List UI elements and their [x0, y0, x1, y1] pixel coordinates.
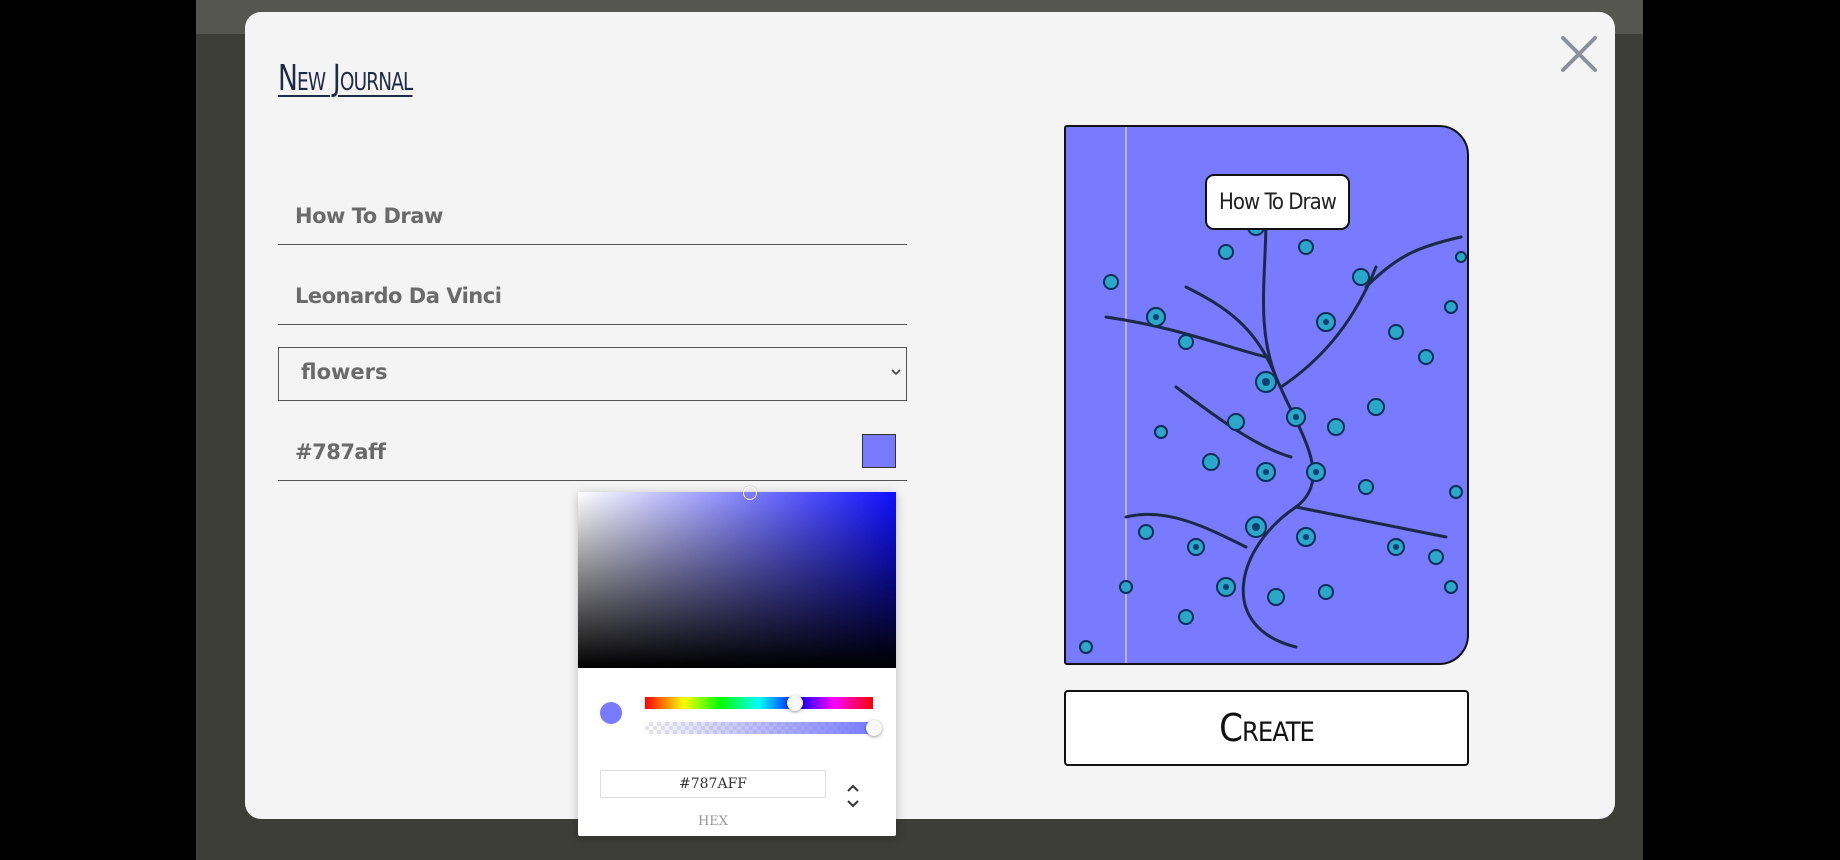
color-preview-dot [600, 702, 622, 724]
hue-slider[interactable] [645, 697, 873, 709]
hex-mode-label: HEX [697, 814, 729, 829]
chevron-down-icon [891, 369, 901, 376]
create-button[interactable]: Create [1064, 690, 1469, 766]
journal-title-field[interactable]: How To Draw [278, 164, 907, 245]
app-background: New Journal How To Draw Leonardo Da Vinc… [196, 0, 1643, 860]
alpha-slider[interactable] [645, 722, 873, 734]
color-value: #787aff [295, 440, 386, 464]
modal-title: New Journal [278, 58, 413, 99]
theme-select[interactable]: flowers [278, 347, 907, 401]
cover-title-label: How To Draw [1205, 174, 1350, 230]
hue-slider-handle[interactable] [787, 695, 803, 711]
color-picker: HEX [578, 486, 896, 836]
close-icon [1561, 36, 1597, 72]
color-mode-toggle[interactable] [843, 782, 863, 812]
close-button[interactable] [1557, 32, 1601, 76]
journal-cover-preview: How To Draw [1064, 125, 1469, 665]
color-field[interactable]: #787aff [278, 400, 907, 481]
author-value: Leonardo Da Vinci [295, 284, 502, 308]
saturation-value-area[interactable] [578, 486, 896, 668]
saturation-handle[interactable] [743, 486, 757, 500]
journal-title-value: How To Draw [295, 204, 443, 228]
hex-input[interactable] [600, 770, 826, 798]
author-field[interactable]: Leonardo Da Vinci [278, 244, 907, 325]
alpha-slider-handle[interactable] [866, 720, 882, 736]
theme-selected-value: flowers [301, 360, 388, 384]
color-swatch[interactable] [862, 434, 896, 468]
new-journal-modal: New Journal How To Draw Leonardo Da Vinc… [245, 12, 1615, 836]
up-down-chevron-icon [847, 784, 859, 808]
